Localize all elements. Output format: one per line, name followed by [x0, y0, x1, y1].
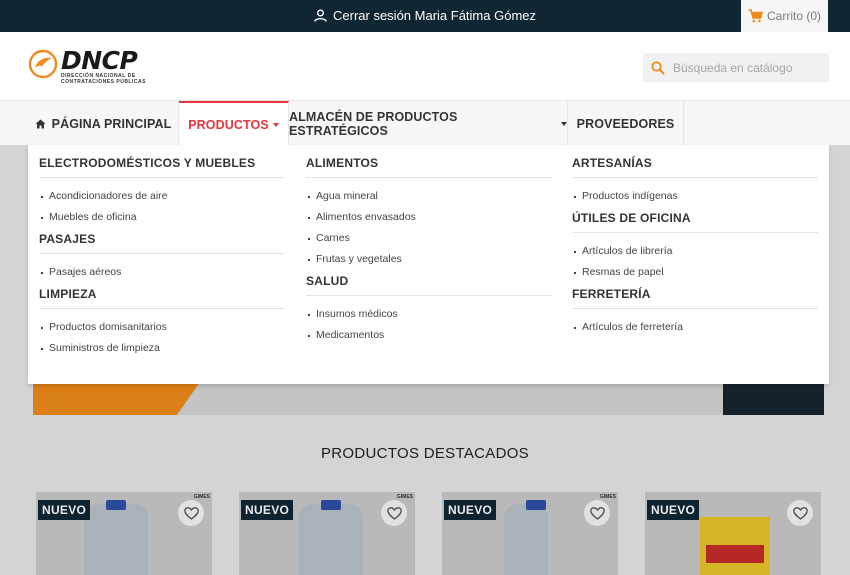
- category-ferreteria[interactable]: FERRETERÍA: [572, 287, 818, 309]
- logout-label: Cerrar sesión Maria Fátima Gómez: [333, 8, 536, 23]
- nav-productos-label: PRODUCTOS: [188, 117, 269, 132]
- logo-subtitle-line2: CONTRATACIONES PÚBLICAS: [61, 79, 146, 85]
- category-artesanias[interactable]: ARTESANÍAS: [572, 156, 818, 178]
- subcategory-link[interactable]: Muebles de oficina: [39, 211, 285, 223]
- category-pasajes[interactable]: PASAJES: [39, 232, 285, 254]
- subcategory-link[interactable]: Frutas y vegetales: [306, 253, 552, 265]
- subcategory-link[interactable]: Suministros de limpieza: [39, 342, 285, 354]
- nav-proveedores-label: PROVEEDORES: [576, 116, 675, 131]
- subcategory-link[interactable]: Insumos médicos: [306, 308, 552, 320]
- category-salud[interactable]: SALUD: [306, 274, 552, 296]
- caret-down-icon: [272, 123, 279, 127]
- logout-link[interactable]: Cerrar sesión Maria Fátima Gómez: [314, 8, 536, 23]
- productos-dropdown: ELECTRODOMÉSTICOS Y MUEBLES Acondicionad…: [28, 145, 829, 384]
- nav-proveedores[interactable]: PROVEEDORES: [568, 101, 684, 146]
- subcategory-link[interactable]: Agua mineral: [306, 190, 552, 202]
- site-header: DNCP DIRECCIÓN NACIONAL DE CONTRATACIONE…: [0, 32, 850, 100]
- subcategory-link[interactable]: Pasajes aéreos: [39, 266, 285, 278]
- subcategory-link[interactable]: Acondicionadores de aire: [39, 190, 285, 202]
- subcategory-link[interactable]: Artículos de librería: [572, 245, 818, 257]
- shopping-cart-icon: [748, 9, 763, 23]
- user-icon: [314, 9, 327, 22]
- search-input[interactable]: [673, 60, 823, 75]
- subcategory-link[interactable]: Alimentos envasados: [306, 211, 552, 223]
- cart-button[interactable]: Carrito (0): [741, 0, 828, 32]
- nav-almacen-label: ALMACÉN DE PRODUCTOS ESTRATÉGICOS: [289, 109, 458, 138]
- dropdown-column: ARTESANÍAS Productos indígenas ÚTILES DE…: [572, 156, 818, 342]
- top-bar: Cerrar sesión Maria Fátima Gómez Carrito…: [0, 0, 850, 32]
- logo-word: DNCP: [61, 46, 138, 75]
- search-box: [643, 53, 829, 82]
- caret-down-icon: [561, 122, 567, 126]
- main-nav: PÁGINA PRINCIPAL PRODUCTOS ALMACÉN DE PR…: [0, 100, 850, 146]
- dncp-logo[interactable]: DNCP DIRECCIÓN NACIONAL DE CONTRATACIONE…: [28, 46, 146, 85]
- dropdown-column: ALIMENTOS Agua mineral Alimentos envasad…: [306, 156, 552, 350]
- subcategory-link[interactable]: Carnes: [306, 232, 552, 244]
- subcategory-link[interactable]: Resmas de papel: [572, 266, 818, 278]
- dropdown-column: ELECTRODOMÉSTICOS Y MUEBLES Acondicionad…: [39, 156, 285, 363]
- subcategory-link[interactable]: Artículos de ferretería: [572, 321, 818, 333]
- subcategory-link[interactable]: Medicamentos: [306, 329, 552, 341]
- nav-productos[interactable]: PRODUCTOS: [179, 101, 289, 146]
- nav-home[interactable]: PÁGINA PRINCIPAL: [28, 101, 179, 146]
- subcategory-link[interactable]: Productos indígenas: [572, 190, 818, 202]
- category-utiles-de-oficina[interactable]: ÚTILES DE OFICINA: [572, 211, 818, 233]
- dncp-emblem-icon: [28, 49, 58, 79]
- category-electrodomesticos[interactable]: ELECTRODOMÉSTICOS Y MUEBLES: [39, 156, 285, 178]
- category-limpieza[interactable]: LIMPIEZA: [39, 287, 285, 309]
- subcategory-link[interactable]: Productos domisanitarios: [39, 321, 285, 333]
- cart-label: Carrito (0): [766, 9, 821, 23]
- home-icon: [35, 119, 46, 128]
- nav-home-label: PÁGINA PRINCIPAL: [51, 116, 172, 131]
- search-icon[interactable]: [651, 60, 665, 75]
- category-alimentos[interactable]: ALIMENTOS: [306, 156, 552, 178]
- nav-almacen[interactable]: ALMACÉN DE PRODUCTOS ESTRATÉGICOS: [289, 101, 568, 146]
